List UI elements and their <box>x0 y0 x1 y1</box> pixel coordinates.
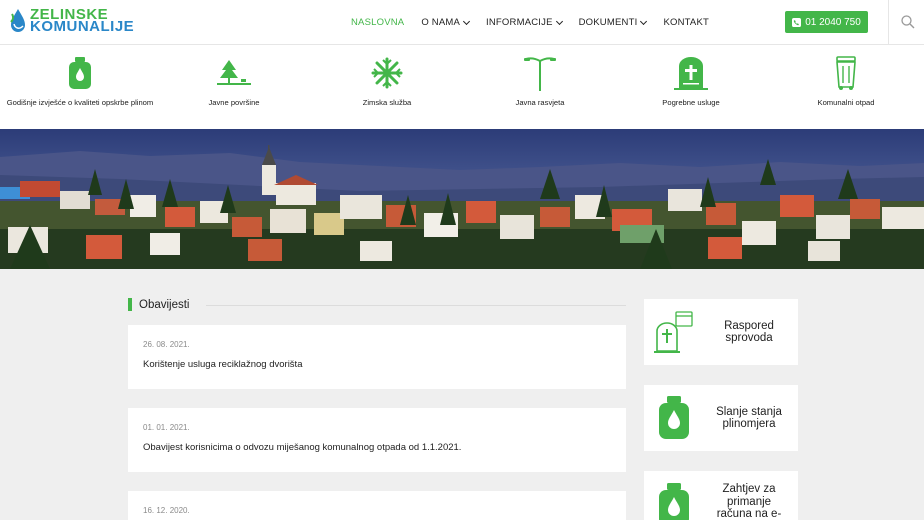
chevron-down-icon <box>555 17 563 25</box>
tree-icon <box>217 60 251 85</box>
main-nav: NASLOVNA O NAMA INFORMACIJE DOKUMENTI KO… <box>351 0 726 45</box>
sidebar-raspored-sprovoda[interactable]: Raspored sprovoda <box>644 299 798 365</box>
search-icon[interactable] <box>900 14 916 30</box>
service-javne-povrsine[interactable]: Javne površine <box>159 55 309 108</box>
service-label: Komunalni otpad <box>817 98 875 107</box>
trash-bin-icon <box>836 56 856 90</box>
service-komunalni-otpad[interactable]: Komunalni otpad <box>771 55 921 108</box>
service-label: Pogrebne usluge <box>662 98 720 107</box>
service-label: Godišnje izvješće o kvaliteti opskrbe pl… <box>6 98 154 107</box>
sidebar-label: Slanje stanja plinomjera <box>704 406 798 431</box>
service-plin[interactable]: Godišnje izvješće o kvaliteti opskrbe pl… <box>5 55 155 108</box>
nav-label: DOKUMENTI <box>578 17 638 28</box>
sidebar-label-line: Raspored <box>724 319 774 332</box>
title-accent-bar <box>128 298 132 311</box>
service-zimska-sluzba[interactable]: Zimska služba <box>312 55 462 108</box>
sidebar-label: Raspored sprovoda <box>704 320 798 345</box>
nav-item-o-nama[interactable]: O NAMA <box>421 17 471 28</box>
nav-item-informacije[interactable]: INFORMACIJE <box>486 17 563 28</box>
header-divider <box>888 0 889 45</box>
gravestone-icon <box>674 57 708 90</box>
section-title: Obavijesti <box>128 298 190 311</box>
logo-text: ZELINSKE KOMUNALIJE <box>30 7 135 35</box>
service-label: Javna rasvjeta <box>515 98 565 107</box>
sidebar-label-line: Zahtjev za <box>722 483 776 495</box>
chevron-down-icon <box>462 17 471 25</box>
nav-item-kontakt[interactable]: KONTAKT <box>663 17 709 28</box>
chevron-down-icon <box>640 17 648 25</box>
service-pogrebne-usluge[interactable]: Pogrebne usluge <box>616 55 766 108</box>
services-bar: Godišnje izvješće o kvaliteti opskrbe pl… <box>0 45 924 129</box>
logo[interactable]: ZELINSKE KOMUNALIJE <box>9 7 135 35</box>
phone-number: 01 2040 750 <box>805 16 861 28</box>
news-item[interactable]: 26. 08. 2021. Korištenje usluga reciklaž… <box>128 325 626 389</box>
phone-icon <box>792 17 802 27</box>
sidebar-label: Zahtjev za primanje računa na e- <box>704 483 798 520</box>
nav-label: NASLOVNA <box>351 17 405 28</box>
gas-cylinder-icon <box>69 57 91 89</box>
nav-label: O NAMA <box>421 17 461 28</box>
water-drop-logo-icon <box>10 9 25 32</box>
sidebar-slanje-stanja-plinomjera[interactable]: Slanje stanja plinomjera <box>644 385 798 451</box>
nav-item-dokumenti[interactable]: DOKUMENTI <box>578 17 648 28</box>
logo-line2: KOMUNALIJE <box>30 18 135 35</box>
news-title[interactable]: Obavijest korisnicima o odvozu miješanog… <box>143 442 611 453</box>
service-label: Javne površine <box>208 98 260 107</box>
funeral-schedule-icon <box>654 311 693 353</box>
sidebar-label-line: plinomjera <box>722 418 776 430</box>
section-title-text: Obavijesti <box>139 298 190 311</box>
sidebar-label-line: primanje <box>726 495 772 508</box>
phone-button[interactable]: 01 2040 750 <box>785 11 868 33</box>
gas-cylinder-icon <box>659 396 689 439</box>
town-panorama-image <box>0 129 924 269</box>
service-javna-rasvjeta[interactable]: Javna rasvjeta <box>465 55 615 108</box>
news-item[interactable]: 01. 01. 2021. Obavijest korisnicima o od… <box>128 408 626 472</box>
service-label: Zimska služba <box>362 98 412 107</box>
news-item[interactable]: 16. 12. 2020. <box>128 491 626 520</box>
divider <box>206 305 626 306</box>
header: ZELINSKE KOMUNALIJE NASLOVNA O NAMA INFO… <box>0 0 924 45</box>
snowflake-icon <box>371 57 403 89</box>
sidebar-zahtjev-e-racun[interactable]: Zahtjev za primanje računa na e- <box>644 471 798 520</box>
news-date: 16. 12. 2020. <box>143 506 190 515</box>
news-title[interactable]: Korištenje usluga reciklažnog dvorišta <box>143 359 611 370</box>
sidebar-label-line: sprovoda <box>725 332 773 344</box>
nav-label: INFORMACIJE <box>486 17 553 28</box>
gas-cylinder-icon <box>659 483 689 520</box>
nav-item-naslovna[interactable]: NASLOVNA <box>351 17 404 28</box>
news-date: 01. 01. 2021. <box>143 423 190 432</box>
nav-label: KONTAKT <box>663 17 709 28</box>
sidebar-label-line: Slanje stanja <box>716 405 782 418</box>
street-lamp-icon <box>524 57 556 91</box>
news-date: 26. 08. 2021. <box>143 340 190 349</box>
sidebar-label-line: računa na e- <box>716 508 782 520</box>
town-panorama-illustration <box>0 129 924 269</box>
